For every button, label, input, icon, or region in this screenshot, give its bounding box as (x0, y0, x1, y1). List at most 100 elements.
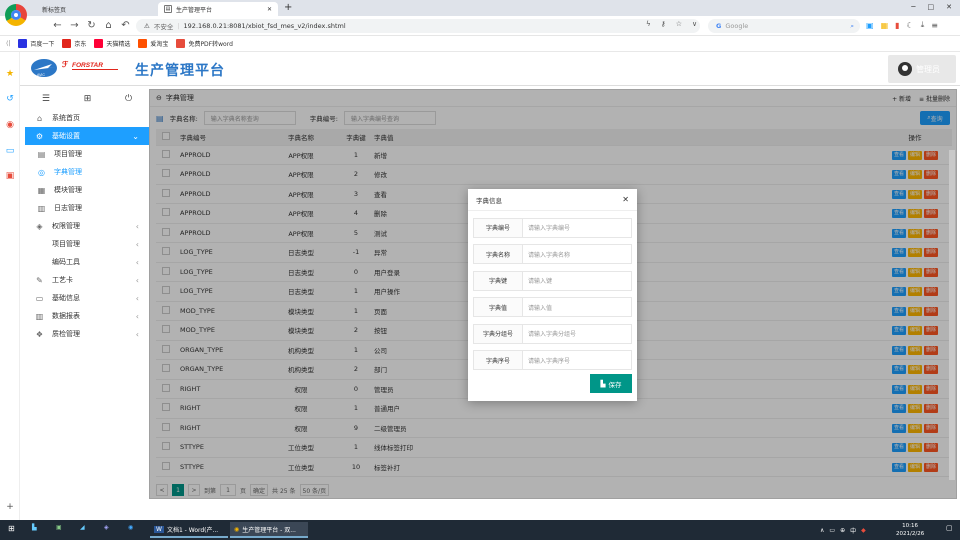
taskbar-word[interactable]: W 文档1 - Word(产... (150, 522, 228, 538)
menu-icon[interactable]: ≡ (931, 21, 938, 30)
nav-buttons: ← → ↻ ⌂ ↶ ☆ (52, 20, 148, 31)
field-input[interactable]: 请输入字典编号 (523, 217, 632, 238)
taskbar-app-icon[interactable]: ▙ (32, 524, 37, 531)
network-icon[interactable]: ▭ (829, 527, 835, 534)
menu-toggle-icon[interactable]: ☰ (42, 94, 50, 104)
form-row: 字典分组号 请输入字典分组号 (473, 323, 632, 344)
maximize-button[interactable]: □ (928, 3, 935, 11)
sidebar-item[interactable]: ▥ 日志管理 (25, 199, 149, 217)
sidebar-item[interactable]: ⚙ 基础设置 ⌄ (25, 127, 149, 145)
bookmark-item[interactable]: 免费PDF转word (176, 39, 233, 48)
grid-icon[interactable]: ⊞ (84, 94, 92, 104)
user-menu[interactable]: 管理员 (888, 55, 956, 83)
sidebar-item-label: 基础信息 (52, 294, 80, 302)
close-icon[interactable]: ✕ (622, 195, 629, 204)
svg-text:ℱ: ℱ (62, 60, 69, 69)
field-label: 字典名称 (473, 244, 523, 264)
url-tools: ϟ ⚷ ☆ ∨ (646, 20, 697, 28)
home-icon[interactable]: ⌂ (103, 20, 114, 31)
lightning-icon[interactable]: ϟ (646, 20, 651, 28)
moon-icon[interactable]: ☾ (907, 21, 914, 30)
table-scrollbar[interactable] (949, 150, 955, 480)
favorites-icon[interactable]: ★ (5, 69, 15, 79)
forward-icon[interactable]: → (69, 20, 80, 31)
url-bar[interactable]: ⚠ 不安全 | 192.168.0.21:8081/xbiot_fsd_mes_… (136, 19, 700, 33)
globe-icon[interactable]: ⊕ (840, 527, 845, 534)
clock-date: 2021/2/26 (896, 531, 925, 537)
star-icon[interactable]: ☆ (676, 20, 682, 28)
ime-indicator[interactable]: 中 (850, 526, 856, 535)
search-icon[interactable]: ⌕ (850, 22, 854, 31)
clock-time: 10:16 (902, 523, 919, 529)
field-label: 字典编号 (473, 217, 523, 238)
bookmark-label: 免费PDF转word (188, 41, 233, 48)
bookmark-item[interactable]: 百度一下 (18, 39, 54, 48)
sidebar-item[interactable]: ◈ 权限管理 ‹ (25, 217, 149, 235)
window-icon[interactable]: ▭ (5, 146, 15, 156)
weibo-icon[interactable]: ◉ (5, 120, 15, 130)
sidebar-item[interactable]: 编码工具 ‹ (25, 253, 149, 271)
app-icon[interactable]: ▣ (5, 171, 15, 181)
avatar (898, 62, 912, 76)
field-input[interactable]: 请输入值 (523, 297, 632, 317)
sidebar-item[interactable]: ⌂ 系统首页 (25, 109, 149, 127)
close-icon[interactable]: ✕ (267, 6, 272, 13)
logo-sub-text: AVIC (37, 73, 45, 77)
clock[interactable]: 10:16 2021/2/26 (896, 522, 924, 538)
download-icon[interactable]: ⤓ (921, 20, 925, 30)
sidebar-item[interactable]: ▦ 模块管理 (25, 181, 149, 199)
dropdown-icon[interactable]: ∨ (692, 20, 697, 28)
sidebar-item-label: 日志管理 (54, 204, 82, 212)
bookmark-item[interactable]: 天猫精选 (94, 39, 130, 48)
sidebar-item-icon: ▦ (37, 185, 46, 195)
history-icon[interactable]: ↺ (5, 94, 15, 104)
chevron-up-icon[interactable]: ∧ (820, 527, 824, 534)
minimize-button[interactable]: ─ (911, 3, 915, 11)
save-button[interactable]: ▙ 保存 (590, 374, 632, 393)
sidebar-item[interactable]: ▥ 数据报表 ‹ (25, 307, 149, 325)
sidebar-item-icon: ◎ (38, 167, 45, 177)
bookmark-icon[interactable]: ▮ (895, 21, 899, 30)
search-engine-box[interactable]: G Google ⌕ (708, 19, 860, 33)
close-window-button[interactable]: ✕ (946, 3, 952, 11)
apps-icon[interactable]: ▦ (881, 21, 889, 30)
notification-icon[interactable]: ▢ (946, 524, 953, 532)
sidebar-item[interactable]: ❖ 质检管理 ‹ (25, 325, 149, 343)
url-text: 192.168.0.21:8081/xbiot_fsd_mes_v2/index… (183, 22, 346, 30)
field-input[interactable]: 请输入字典名称 (523, 244, 632, 264)
sidebar-item[interactable]: 项目管理 ‹ (25, 235, 149, 253)
sidebar-item[interactable]: ▭ 基础信息 ‹ (25, 289, 149, 307)
new-tab-button[interactable]: + (284, 2, 292, 13)
browser-tab-newtab[interactable]: 新标签页 (36, 2, 156, 16)
taskbar-app-icon[interactable]: ◈ (104, 524, 109, 531)
sidebar-item[interactable]: ▤ 项目管理 (25, 145, 149, 163)
sidebar-toggle-icon[interactable]: ⟨| (6, 40, 10, 47)
warning-icon: ⚠ (144, 22, 150, 30)
baidu-icon (18, 39, 28, 48)
field-input[interactable]: 请输入字典序号 (523, 350, 632, 370)
save-icon: ▙ (600, 379, 606, 388)
antivirus-icon[interactable]: ◆ (861, 527, 866, 534)
undo-icon[interactable]: ↶ (120, 20, 131, 31)
browser-tab-active[interactable]: ▤ 生产管理平台 ✕ (158, 2, 278, 16)
sidebar-item-icon: ▤ (37, 149, 46, 159)
back-icon[interactable]: ← (52, 20, 63, 31)
reload-icon[interactable]: ↻ (86, 20, 97, 31)
edge-icon[interactable]: ◉ (128, 524, 133, 531)
bookmark-item[interactable]: 爱淘宝 (138, 39, 168, 48)
taskbar-app-icon[interactable]: ▣ (56, 524, 62, 531)
bookmarks-bar: ⟨| 百度一下 京东 天猫精选 爱淘宝 免费PDF转word (0, 36, 960, 52)
taskbar-browser[interactable]: ◉ 生产管理平台 - 双... (230, 522, 308, 538)
power-icon[interactable]: ⏻ (125, 94, 132, 104)
field-input[interactable]: 请输入字典分组号 (523, 323, 632, 344)
sidebar-item[interactable]: ◎ 字典管理 (25, 163, 149, 181)
add-icon[interactable]: + (5, 502, 15, 512)
extension-icon[interactable]: ▣ (866, 21, 874, 30)
taskbar-app-icon[interactable]: ◢ (80, 524, 85, 531)
sidebar-item[interactable]: ✎ 工艺卡 ‹ (25, 271, 149, 289)
pdf-icon (176, 39, 186, 48)
field-input[interactable]: 请输入键 (523, 270, 632, 291)
bookmark-item[interactable]: 京东 (62, 39, 86, 48)
key-icon[interactable]: ⚷ (661, 20, 666, 28)
windows-start-icon[interactable]: ⊞ (8, 524, 15, 533)
